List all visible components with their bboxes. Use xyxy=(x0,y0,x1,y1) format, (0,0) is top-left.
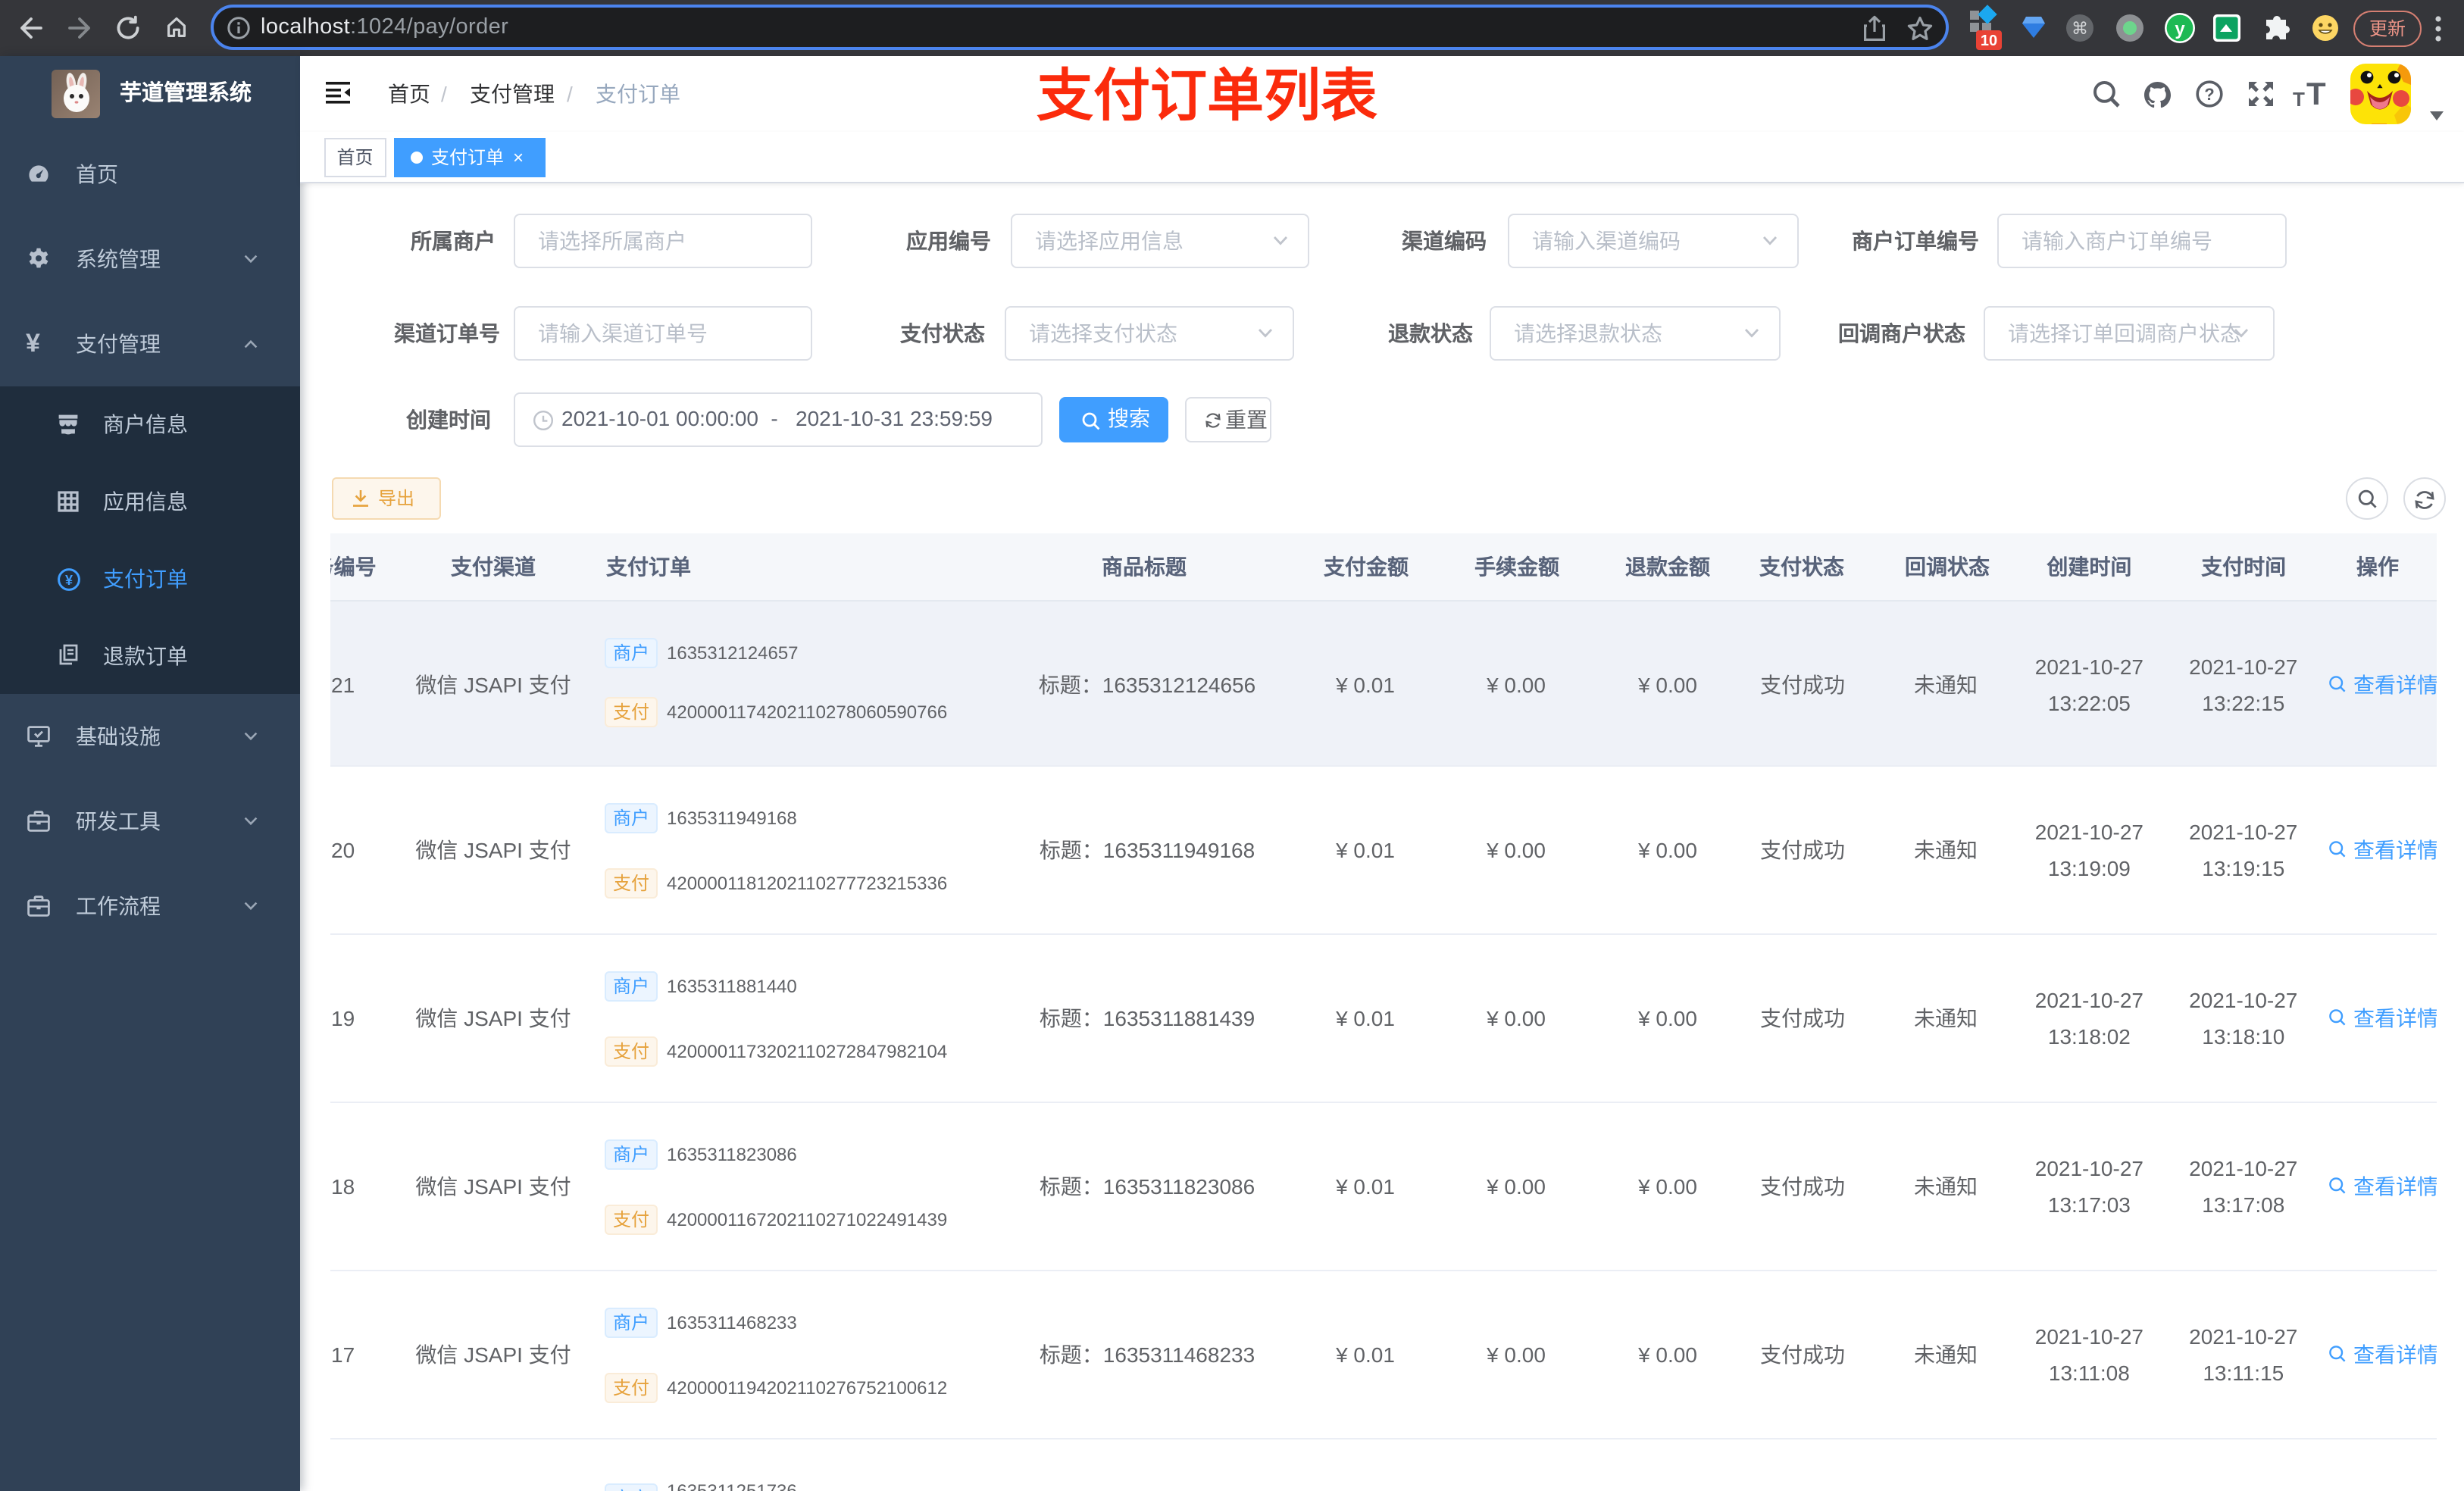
svg-text:¥: ¥ xyxy=(65,573,73,588)
svg-text:?: ? xyxy=(2203,85,2213,104)
svg-text:10: 10 xyxy=(1981,33,1997,49)
svg-text:⌘: ⌘ xyxy=(2072,19,2088,38)
svg-text:y: y xyxy=(2175,19,2185,39)
